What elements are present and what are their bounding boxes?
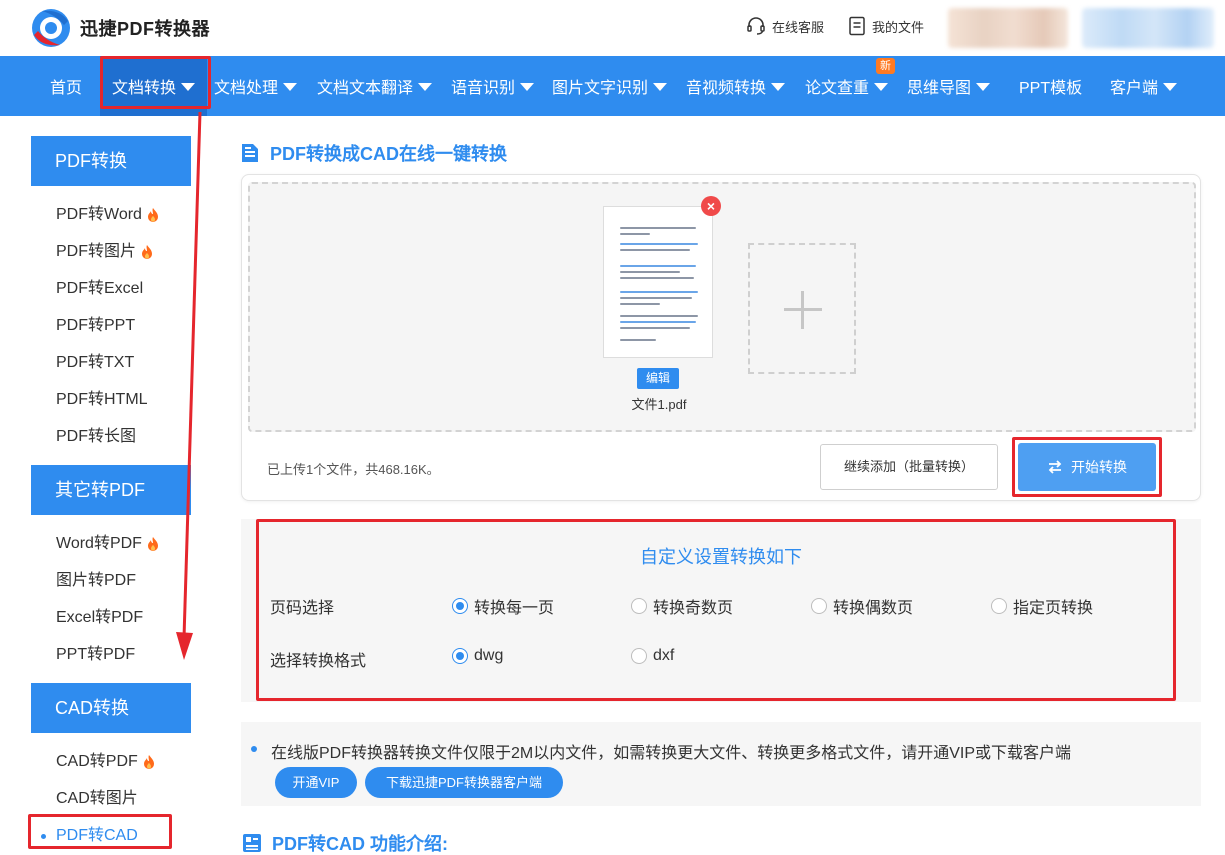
nav-image-ocr[interactable]: 图片文字识别 xyxy=(552,56,668,116)
sidebar-item-pdf-to-excel[interactable]: PDF转Excel xyxy=(56,278,143,300)
nav-label: PPT模板 xyxy=(1019,80,1083,97)
sidebar-item-label: CAD转图片 xyxy=(56,790,138,807)
sidebar-item-pdf-to-image[interactable]: PDF转图片 xyxy=(56,241,153,263)
my-files-label: 我的文件 xyxy=(872,19,925,35)
nav-label: 客户端 xyxy=(1110,80,1159,97)
user-account-blurred[interactable] xyxy=(1082,8,1214,48)
sidebar-group-other-to-pdf: 其它转PDF xyxy=(31,465,191,515)
sidebar-item-label: PDF转TXT xyxy=(56,354,135,371)
flame-icon xyxy=(147,537,158,551)
annotation-box-nav xyxy=(100,56,211,109)
sidebar-item-pdf-to-html[interactable]: PDF转HTML xyxy=(56,389,148,411)
nav-mind-map[interactable]: 思维导图 xyxy=(907,56,991,116)
bullet-dot xyxy=(251,746,257,752)
section-title: PDF转换成CAD在线一键转换 xyxy=(240,140,507,166)
sidebar-item-label: PDF转HTML xyxy=(56,391,148,408)
nav-label: 语音识别 xyxy=(451,80,516,97)
add-file-box[interactable] xyxy=(748,243,856,374)
nav-label: 论文查重 xyxy=(805,80,870,97)
upload-status: 已上传1个文件，共468.16K。 xyxy=(267,462,440,477)
nav-client[interactable]: 客户端 xyxy=(1110,56,1178,116)
chevron-down-icon xyxy=(771,82,786,91)
document-icon xyxy=(849,16,865,36)
nav-speech-recognition[interactable]: 语音识别 xyxy=(451,56,535,116)
sidebar-item-image-to-pdf[interactable]: 图片转PDF xyxy=(56,570,136,592)
logo[interactable]: 迅捷PDF转换器 xyxy=(30,7,210,49)
annotation-arrow xyxy=(176,111,202,660)
notice-text: 在线版PDF转换器转换文件仅限于2M以内文件，如需转换更大文件、转换更多格式文件… xyxy=(271,745,1072,762)
edit-file-button[interactable]: 编辑 xyxy=(637,368,679,389)
plus-icon xyxy=(801,291,804,329)
nav-label: 首页 xyxy=(50,80,83,97)
sidebar-item-label: PDF转PPT xyxy=(56,317,136,334)
sidebar-item-label: 图片转PDF xyxy=(56,572,137,589)
nav-doc-process[interactable]: 文档处理 xyxy=(214,56,298,116)
add-more-button[interactable]: 继续添加（批量转换） xyxy=(820,444,998,490)
flame-icon xyxy=(142,245,153,259)
user-avatar-blurred[interactable] xyxy=(948,8,1068,48)
sidebar-item-excel-to-pdf[interactable]: Excel转PDF xyxy=(56,607,143,629)
remove-file-close-icon[interactable]: × xyxy=(701,196,721,216)
sidebar-item-pdf-to-long-image[interactable]: PDF转长图 xyxy=(56,426,136,448)
annotation-box-start xyxy=(1012,437,1162,497)
sidebar-item-label: Word转PDF xyxy=(56,535,142,552)
sidebar-item-pdf-to-ppt[interactable]: PDF转PPT xyxy=(56,315,135,337)
chevron-down-icon xyxy=(418,82,433,91)
nav-label: 思维导图 xyxy=(907,80,972,97)
sidebar-item-label: PDF转Excel xyxy=(56,280,144,297)
nav-av-convert[interactable]: 音视频转换 xyxy=(686,56,786,116)
nav-label: 图片文字识别 xyxy=(552,80,649,97)
header: 迅捷PDF转换器 在线客服 我的文件 xyxy=(0,0,1225,56)
intro-title: PDF转CAD 功能介绍: xyxy=(242,830,448,855)
nav-label: 音视频转换 xyxy=(686,80,767,97)
intro-icon xyxy=(243,834,261,852)
open-vip-button[interactable]: 开通VIP xyxy=(275,767,357,798)
nav-label: 文档处理 xyxy=(214,80,279,97)
sidebar-item-label: PDF转长图 xyxy=(56,428,137,445)
sidebar-item-label: Excel转PDF xyxy=(56,609,144,626)
section-title-text: PDF转换成CAD在线一键转换 xyxy=(270,144,507,164)
sidebar-item-cad-to-pdf[interactable]: CAD转PDF xyxy=(56,751,155,773)
brand-name: 迅捷PDF转换器 xyxy=(80,19,210,39)
chevron-down-icon xyxy=(976,82,991,91)
nav-ppt-templates[interactable]: PPT模板 xyxy=(1019,56,1082,116)
flame-icon xyxy=(147,208,158,222)
annotation-box-pdf-cad xyxy=(28,814,172,849)
nav-label: 文档文本翻译 xyxy=(317,80,414,97)
file-thumbnail[interactable] xyxy=(603,206,713,358)
new-badge: 新 xyxy=(876,58,895,74)
sidebar-item-label: PPT转PDF xyxy=(56,646,136,663)
logo-icon xyxy=(30,7,72,49)
sidebar-item-label: PDF转图片 xyxy=(56,243,137,260)
online-service-label: 在线客服 xyxy=(772,19,825,35)
sidebar-group-pdf-convert: PDF转换 xyxy=(31,136,191,186)
flame-icon xyxy=(143,755,154,769)
sidebar-item-pdf-to-word[interactable]: PDF转Word xyxy=(56,204,159,226)
sidebar-group-cad-convert: CAD转换 xyxy=(31,683,191,733)
chevron-down-icon xyxy=(653,82,668,91)
sidebar-item-pdf-to-txt[interactable]: PDF转TXT xyxy=(56,352,134,374)
my-files-link[interactable]: 我的文件 xyxy=(848,16,924,36)
drop-area[interactable]: × 编辑 文件1.pdf xyxy=(248,182,1196,432)
notice-panel: 在线版PDF转换器转换文件仅限于2M以内文件，如需转换更大文件、转换更多格式文件… xyxy=(241,722,1201,806)
chevron-down-icon xyxy=(283,82,298,91)
annotation-box-settings xyxy=(256,519,1176,701)
sidebar-item-label: CAD转PDF xyxy=(56,753,138,770)
sidebar-item-cad-to-image[interactable]: CAD转图片 xyxy=(56,788,138,810)
sidebar-item-ppt-to-pdf[interactable]: PPT转PDF xyxy=(56,644,135,666)
headset-icon xyxy=(747,17,765,35)
chevron-down-icon xyxy=(520,82,535,91)
download-client-button[interactable]: 下载迅捷PDF转换器客户端 xyxy=(365,767,563,798)
sidebar-item-label: PDF转Word xyxy=(56,206,142,223)
chevron-down-icon xyxy=(874,82,889,91)
file-name: 文件1.pdf xyxy=(631,397,687,412)
nav-home[interactable]: 首页 xyxy=(36,56,96,116)
online-service-link[interactable]: 在线客服 xyxy=(746,16,824,36)
list-doc-icon xyxy=(242,144,258,162)
nav-doc-translate[interactable]: 文档文本翻译 xyxy=(317,56,433,116)
sidebar-item-word-to-pdf[interactable]: Word转PDF xyxy=(56,533,159,555)
chevron-down-icon xyxy=(1163,82,1178,91)
intro-title-text: PDF转CAD 功能介绍: xyxy=(272,834,448,854)
